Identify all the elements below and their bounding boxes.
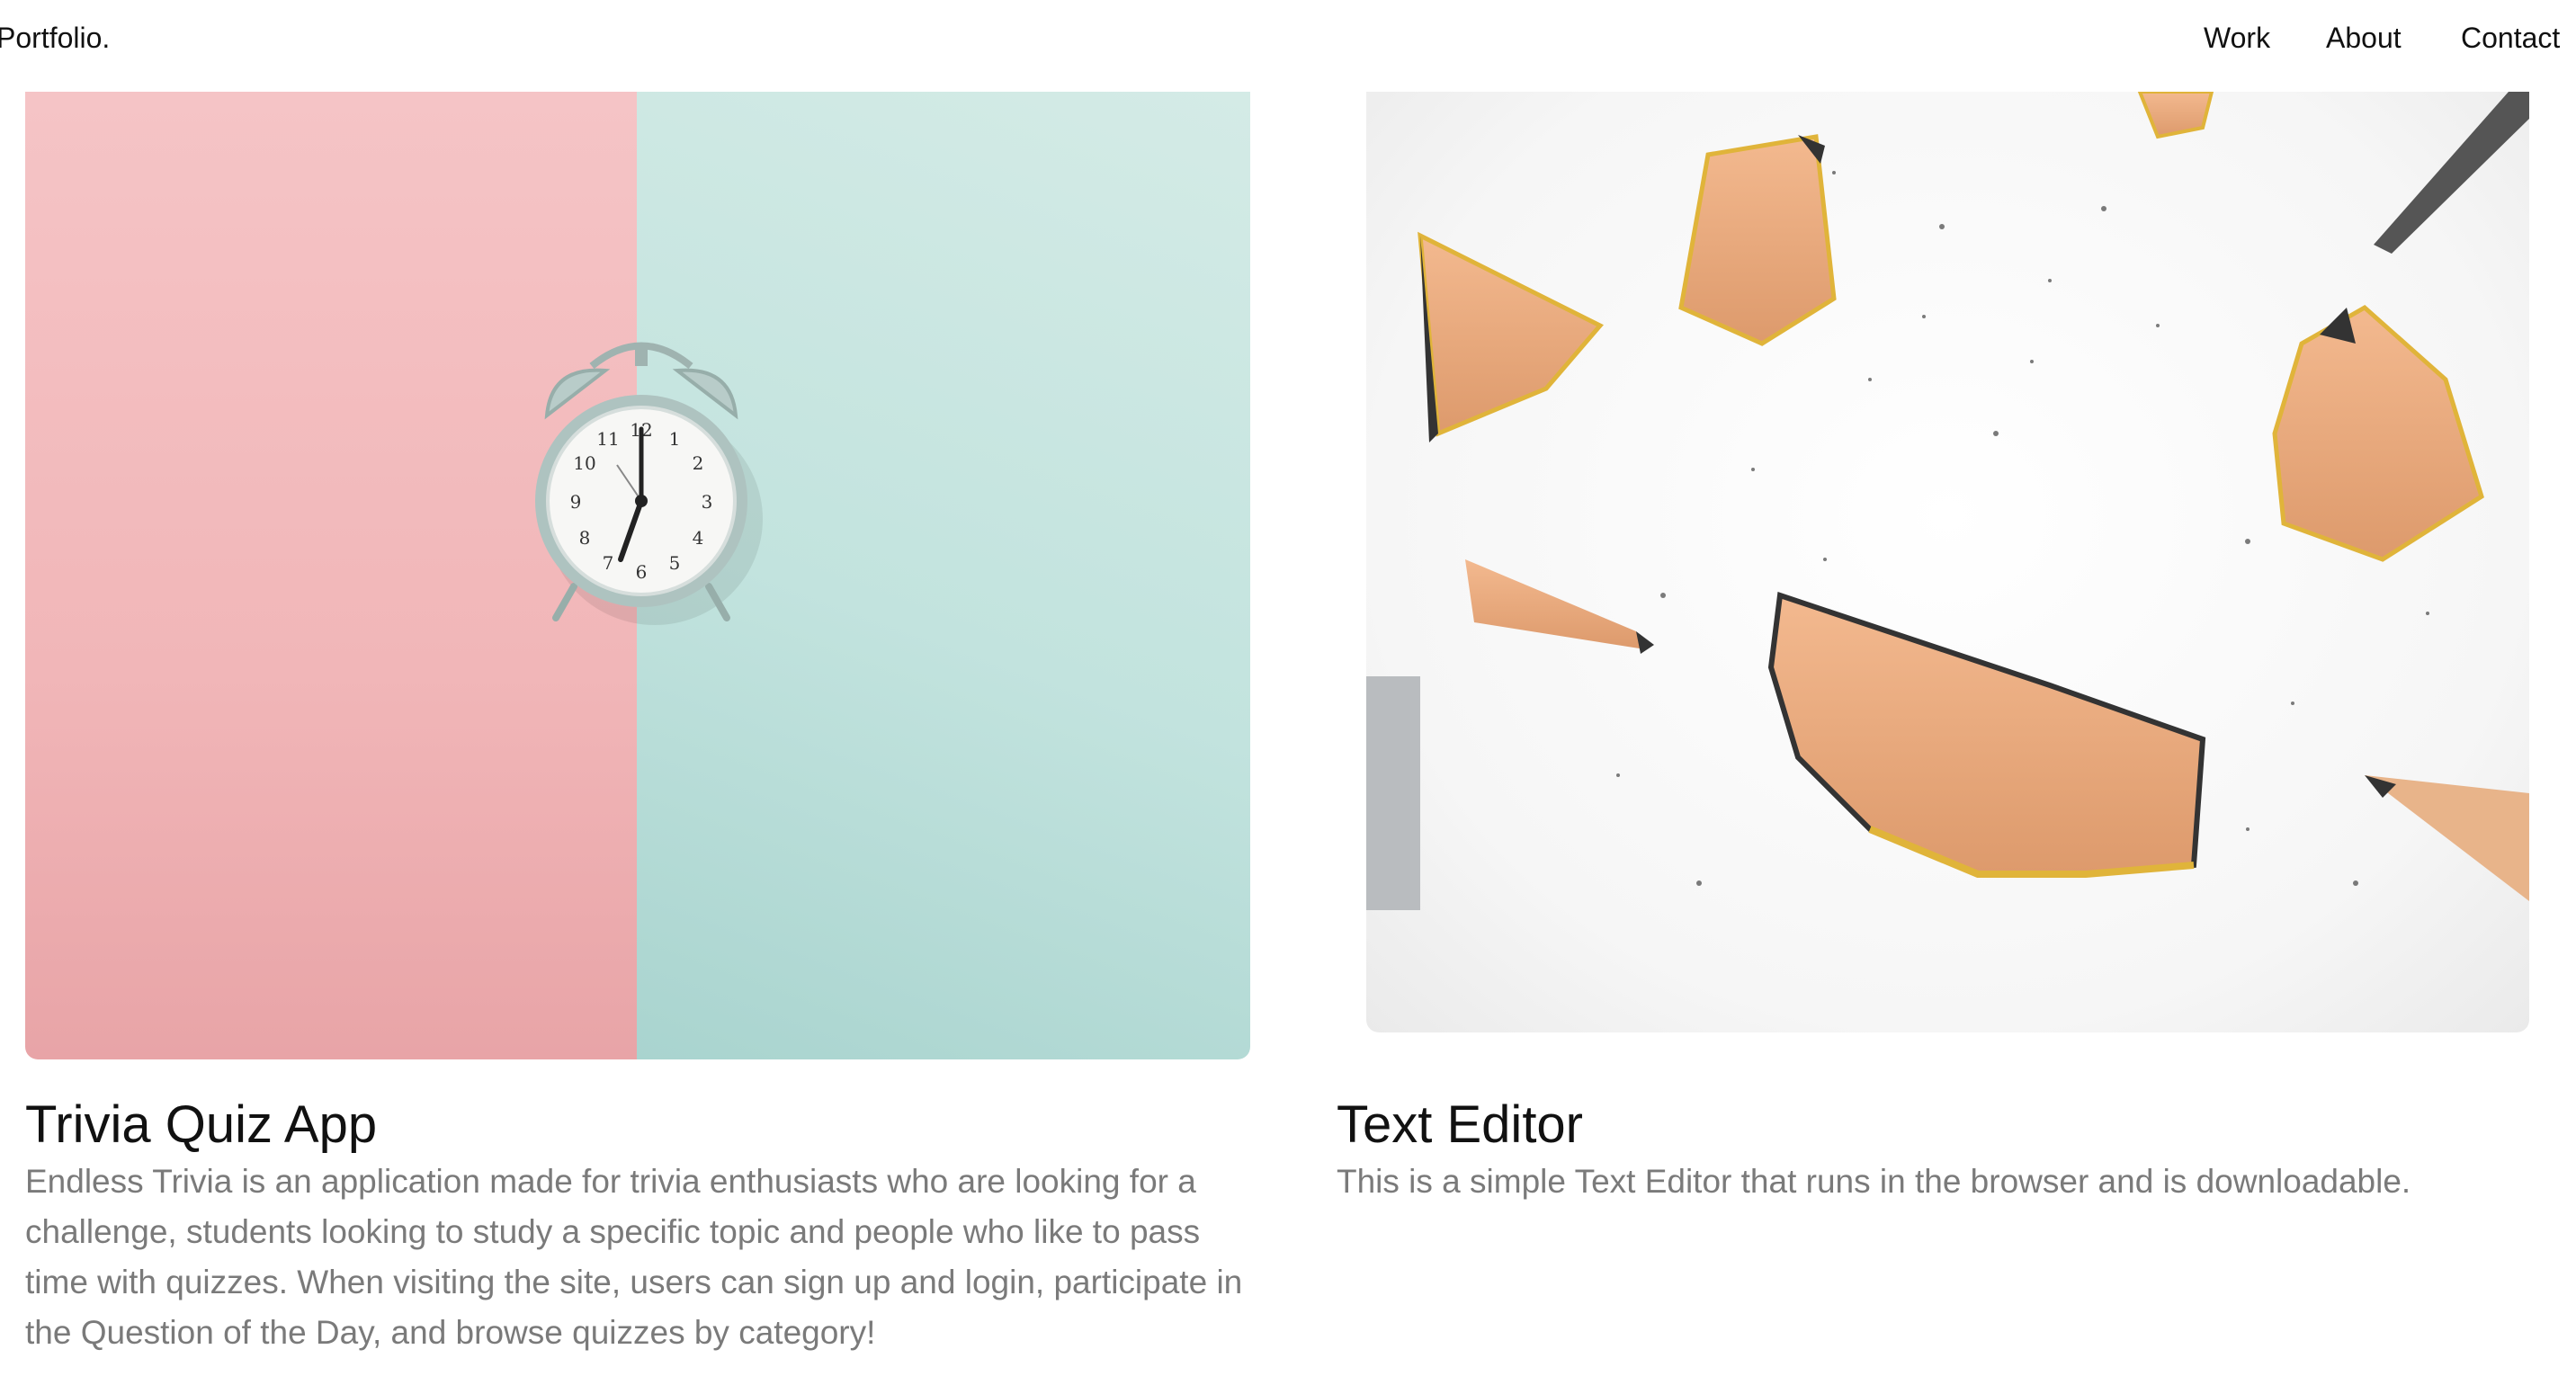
svg-text:1: 1 <box>669 428 681 450</box>
navbar: Portfolio. Work About Contact <box>0 0 2576 77</box>
svg-text:3: 3 <box>702 491 713 513</box>
svg-text:5: 5 <box>669 552 681 574</box>
project-description-texteditor: This is a simple Text Editor that runs i… <box>1337 1163 2411 1200</box>
project-description-trivia: Endless Trivia is an application made fo… <box>25 1163 1243 1351</box>
svg-text:4: 4 <box>693 527 704 549</box>
nav-link-work[interactable]: Work <box>2204 20 2270 56</box>
svg-text:2: 2 <box>693 452 704 474</box>
project-title-texteditor[interactable]: Text Editor <box>1337 1094 1583 1157</box>
pencil-shavings-icon <box>1366 92 2529 910</box>
alarm-clock-icon: 12 1 2 3 4 5 6 7 8 9 10 11 <box>535 342 763 625</box>
brand-logo[interactable]: Portfolio. <box>0 20 110 56</box>
svg-text:8: 8 <box>579 527 591 549</box>
nav-link-about[interactable]: About <box>2326 20 2402 56</box>
svg-text:10: 10 <box>573 452 595 474</box>
svg-text:6: 6 <box>636 561 648 583</box>
svg-text:7: 7 <box>603 552 614 574</box>
project-image-trivia[interactable]: 12 1 2 3 4 5 6 7 8 9 10 11 <box>25 92 1250 1059</box>
svg-text:11: 11 <box>596 428 619 450</box>
project-image-texteditor[interactable] <box>1366 92 2529 1032</box>
project-title-trivia[interactable]: Trivia Quiz App <box>25 1094 377 1157</box>
svg-text:9: 9 <box>570 491 582 513</box>
nav-link-contact[interactable]: Contact <box>2461 20 2560 56</box>
